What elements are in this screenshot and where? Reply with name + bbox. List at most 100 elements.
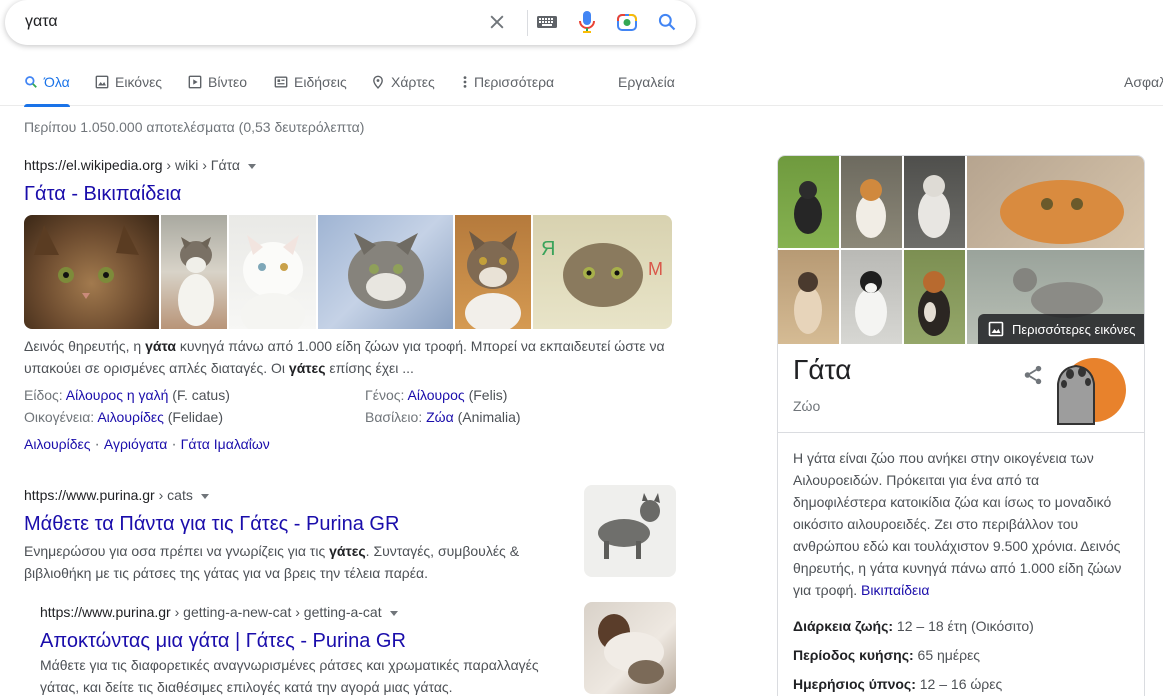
- camera-search-icon[interactable]: [615, 10, 639, 34]
- cat-image[interactable]: [967, 156, 1144, 248]
- cat-image[interactable]: [778, 250, 839, 344]
- snippet-text: Ενημερώσου για οσα πρέπει να γνωρίζεις γ…: [24, 543, 330, 559]
- fact-label[interactable]: Ημερήσιος ύπνος:: [793, 676, 916, 692]
- fact-extra: (Animalia): [453, 409, 521, 425]
- result-snippet: Μάθετε για τις διαφορετικές αναγνωρισμέν…: [40, 657, 539, 695]
- cat-image[interactable]: [161, 215, 227, 329]
- snippet-highlight: γάτες: [329, 543, 366, 559]
- search-input[interactable]: [25, 10, 465, 34]
- fact-lifespan: Διάρκεια ζωής: 12 – 18 έτη (Οικόσιτο): [793, 618, 1034, 634]
- tab-label: Όλα: [44, 74, 70, 90]
- tab-label: Εικόνες: [115, 74, 163, 90]
- keyboard-icon[interactable]: [535, 10, 559, 34]
- fact-link[interactable]: Αίλουρος: [408, 387, 465, 403]
- tools-button[interactable]: Εργαλεία: [618, 74, 675, 90]
- tab-label: Περισσότερα: [474, 74, 555, 90]
- cat-image[interactable]: [318, 215, 453, 329]
- fact-kingdom: Βασίλειο: Ζώα (Animalia): [365, 409, 521, 425]
- fact-label: Είδος:: [24, 387, 66, 403]
- tab-label: Ειδήσεις: [294, 74, 347, 90]
- cat-image[interactable]: [778, 156, 839, 248]
- more-vert-icon: [463, 76, 467, 88]
- svg-text:M: M: [648, 259, 663, 279]
- cite-domain: https://www.purina.gr: [24, 487, 155, 503]
- separator: ·: [171, 436, 177, 453]
- clear-icon[interactable]: [485, 10, 509, 34]
- tab-all[interactable]: Όλα: [24, 74, 70, 107]
- result-cite[interactable]: https://www.purina.gr › cats: [24, 487, 209, 503]
- fact-link[interactable]: Αιλουρίδες: [97, 409, 164, 425]
- search-divider: [527, 10, 528, 36]
- chevron-down-icon[interactable]: [200, 493, 209, 499]
- cat-image[interactable]: [841, 250, 902, 344]
- result-cite[interactable]: https://www.purina.gr › getting-a-new-ca…: [40, 604, 398, 620]
- cat-image[interactable]: [904, 250, 965, 344]
- cite-path: › cats: [154, 487, 193, 503]
- result-cite[interactable]: https://el.wikipedia.org › wiki › Γάτα: [24, 157, 256, 173]
- tab-news[interactable]: Ειδήσεις: [274, 74, 347, 90]
- related-link[interactable]: Αιλουρίδες: [24, 436, 91, 452]
- result-title-link[interactable]: Γάτα - Βικιπαίδεια: [24, 183, 181, 206]
- search-box[interactable]: [5, 0, 696, 45]
- fact-label[interactable]: Περίοδος κυήσης:: [793, 647, 914, 663]
- cat-image[interactable]: ЯM: [533, 215, 672, 329]
- related-link[interactable]: Γάτα Ιμαλαΐων: [181, 436, 270, 452]
- result-thumbnail[interactable]: [584, 602, 676, 694]
- image-strip: ЯM: [24, 215, 672, 329]
- fact-genus: Γένος: Αίλουρος (Felis): [365, 387, 507, 403]
- result-stats: Περίπου 1.050.000 αποτελέσματα (0,53 δευ…: [24, 119, 365, 135]
- fact-label[interactable]: Διάρκεια ζωής:: [793, 618, 893, 634]
- result-thumbnail[interactable]: [584, 485, 676, 577]
- cat-paw-logo: [1054, 354, 1126, 426]
- safesearch-button[interactable]: Ασφαλ: [1124, 74, 1163, 90]
- tab-maps[interactable]: Χάρτες: [371, 74, 435, 90]
- cite-path: › getting-a-new-cat › getting-a-cat: [170, 604, 382, 620]
- fact-extra: (F. catus): [168, 387, 230, 403]
- cat-image[interactable]: [24, 215, 159, 329]
- tab-label: Βίντεο: [208, 74, 248, 90]
- fact-link[interactable]: Ζώα: [426, 409, 454, 425]
- result-snippet: Δεινός θηρευτής, η γάτα κυνηγά πάνω από …: [24, 335, 674, 379]
- search-tabs: Όλα Εικόνες Βίντεο Ειδήσεις Χάρτες Περισ…: [0, 62, 1163, 107]
- cat-image[interactable]: [904, 156, 965, 248]
- tab-videos[interactable]: Βίντεο: [188, 74, 247, 90]
- result-title-link[interactable]: Αποκτώντας μια γάτα | Γάτες - Purina GR: [40, 630, 406, 653]
- cat-image[interactable]: [229, 215, 316, 329]
- search-icon[interactable]: [655, 10, 679, 34]
- cite-domain: https://el.wikipedia.org: [24, 157, 163, 173]
- svg-text:Я: Я: [541, 238, 555, 260]
- more-images-label: Περισσότερες εικόνες: [1012, 321, 1136, 337]
- active-tab-indicator: [24, 104, 70, 107]
- search-icon: [25, 76, 37, 88]
- snippet-text: Δεινός θηρευτής, η: [24, 338, 146, 354]
- more-images-button[interactable]: Περισσότερες εικόνες: [978, 314, 1144, 344]
- related-link[interactable]: Αγριόγατα: [104, 436, 167, 452]
- fact-species: Είδος: Αίλουρος η γαλή (F. catus): [24, 387, 230, 403]
- fact-link[interactable]: Αίλουρος η γαλή: [66, 387, 169, 403]
- tab-more[interactable]: Περισσότερα: [462, 74, 554, 90]
- fact-value: 65 ημέρες: [913, 647, 981, 663]
- video-icon: [188, 75, 202, 89]
- microphone-icon[interactable]: [575, 10, 599, 34]
- tab-images[interactable]: Εικόνες: [95, 74, 162, 90]
- wikipedia-link[interactable]: Βικιπαίδεια: [861, 582, 929, 598]
- fact-extra: (Felis): [464, 387, 508, 403]
- result-title-link[interactable]: Μάθετε τα Πάντα για τις Γάτες - Purina G…: [24, 513, 399, 536]
- share-icon[interactable]: [1022, 364, 1044, 391]
- related-links: Αιλουρίδες · Αγριόγατα · Γάτα Ιμαλαΐων: [24, 436, 270, 454]
- cite-path: › wiki › Γάτα: [162, 157, 240, 173]
- divider: [778, 432, 1144, 433]
- description-text: Η γάτα είναι ζώο που ανήκει στην οικογέν…: [793, 450, 1122, 598]
- cite-domain: https://www.purina.gr: [40, 604, 171, 620]
- map-pin-icon: [373, 75, 383, 89]
- cat-image[interactable]: [841, 156, 902, 248]
- fact-extra: (Felidae): [163, 409, 223, 425]
- knowledge-panel-title: Γάτα: [793, 354, 852, 385]
- knowledge-panel-subtitle: Ζώο: [793, 398, 821, 414]
- chevron-down-icon[interactable]: [247, 163, 256, 169]
- image-icon: [988, 321, 1004, 337]
- tools-label: Εργαλεία: [618, 74, 675, 90]
- chevron-down-icon[interactable]: [389, 610, 398, 616]
- cat-image[interactable]: [455, 215, 531, 329]
- fact-label: Γένος:: [365, 387, 408, 403]
